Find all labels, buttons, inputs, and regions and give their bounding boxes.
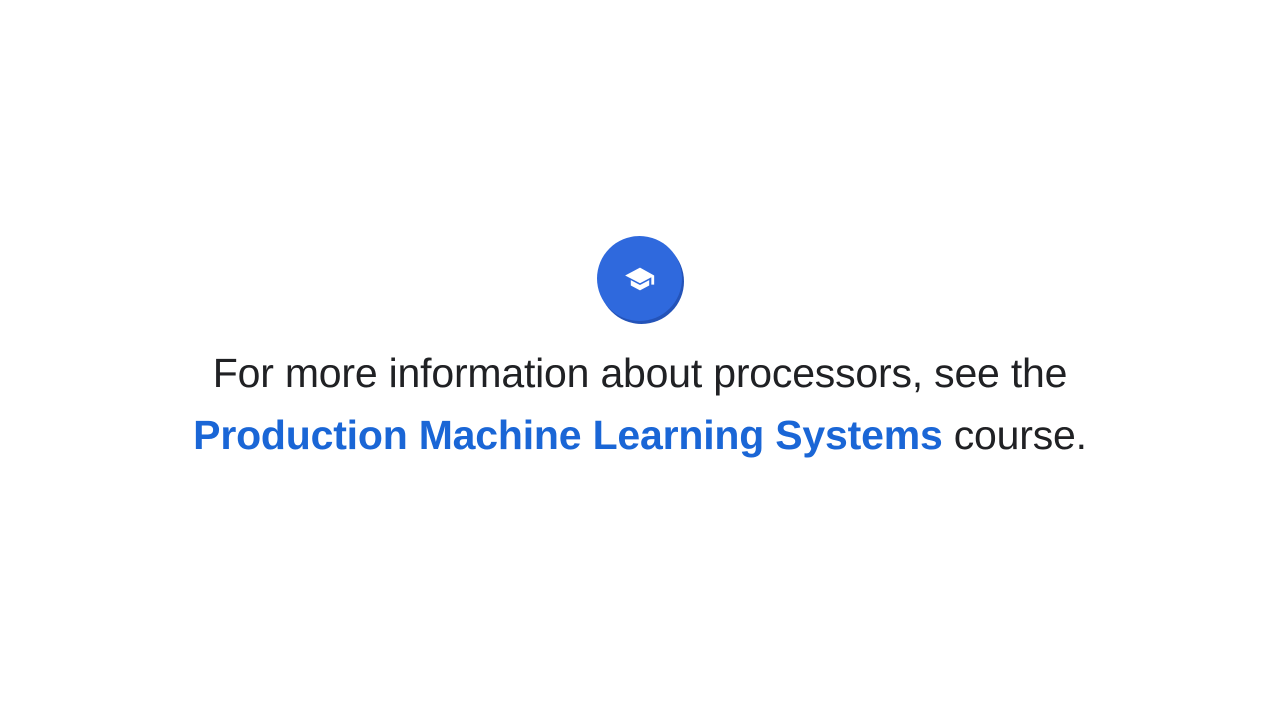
course-link[interactable]: Production Machine Learning Systems <box>193 412 943 458</box>
course-badge <box>597 236 682 321</box>
message-line-2: Production Machine Learning Systems cour… <box>0 404 1280 466</box>
slide: For more information about processors, s… <box>0 0 1280 720</box>
message-line-1: For more information about processors, s… <box>212 350 1068 396</box>
message-suffix: course. <box>942 412 1087 458</box>
graduation-cap-icon <box>624 267 654 290</box>
course-message: For more information about processors, s… <box>0 342 1280 466</box>
